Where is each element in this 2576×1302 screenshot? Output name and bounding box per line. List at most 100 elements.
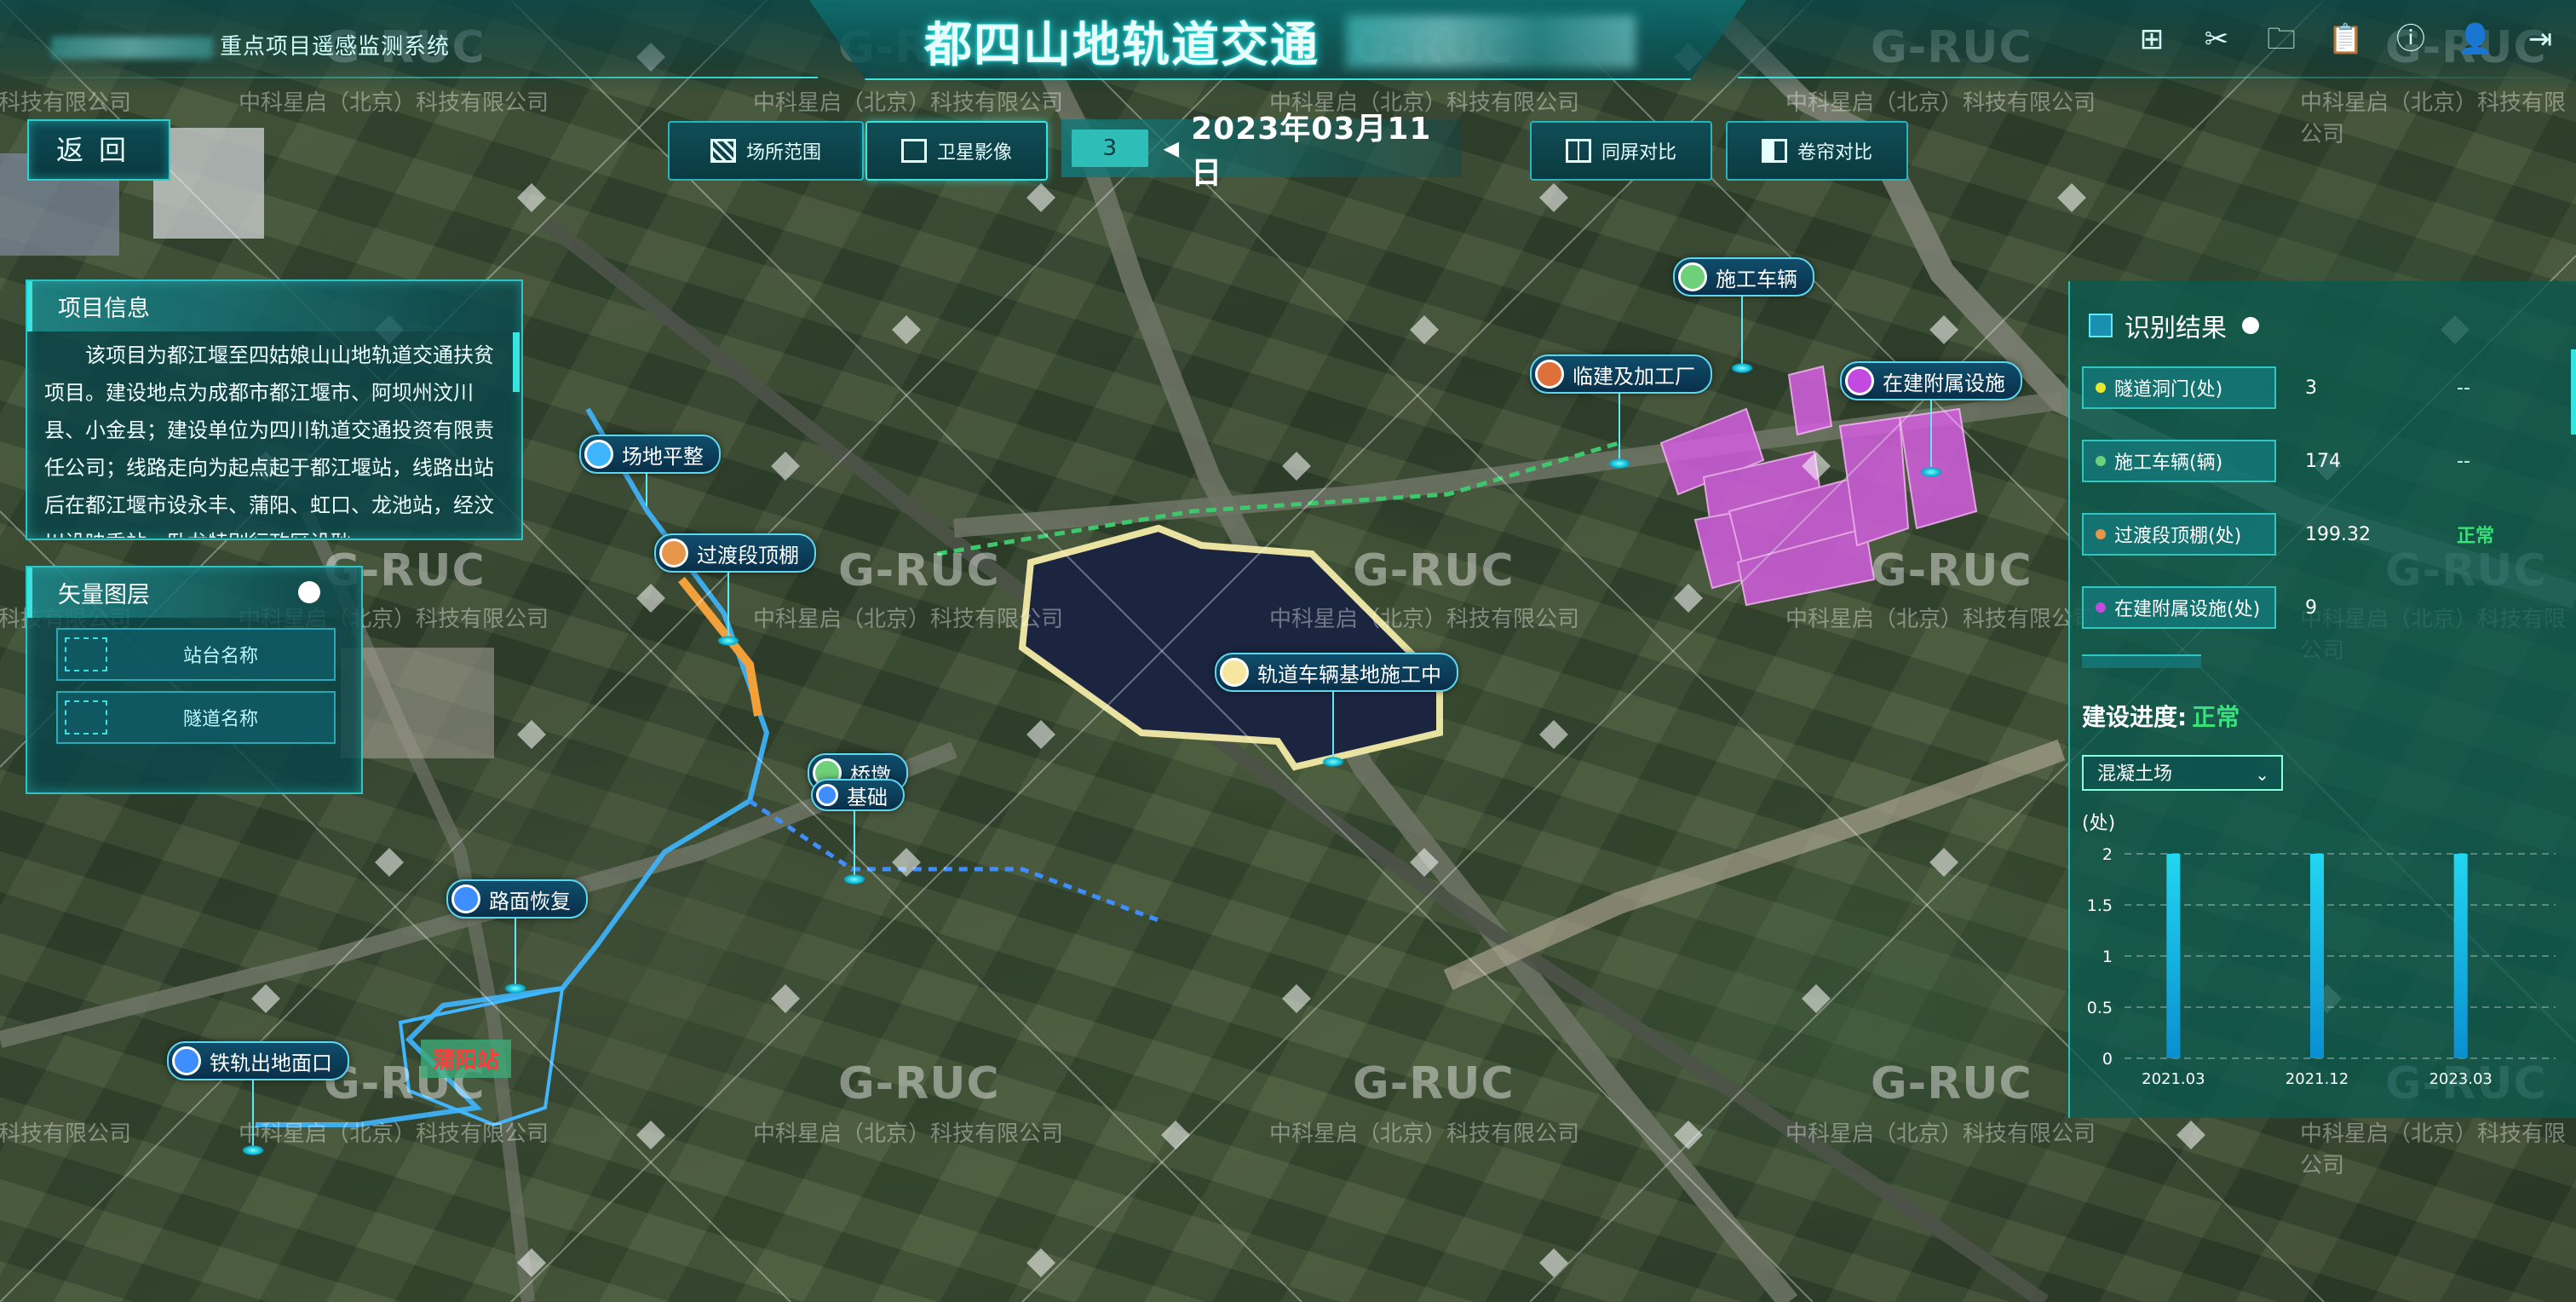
map-label-foundation[interactable]: 基础 — [811, 779, 905, 811]
category-select[interactable]: 混凝土场 ⌄ — [2082, 755, 2283, 791]
logout-icon[interactable]: ⇥ — [2521, 20, 2559, 58]
site-range-button[interactable]: 场所范围 — [668, 121, 864, 181]
chart-bar[interactable] — [2310, 854, 2325, 1058]
layer-item-tunnel-name[interactable]: 隧道名称 — [56, 691, 336, 744]
info-icon[interactable]: ⓘ — [2392, 20, 2429, 58]
result-name-text: 过渡段顶棚(处) — [2114, 526, 2242, 547]
map-label-site-leveling[interactable]: 场地平整 — [579, 435, 721, 474]
recognition-title: 识别结果 — [2125, 314, 2227, 343]
result-row[interactable]: 过渡段顶棚(处) 199.32 正常 — [2082, 508, 2559, 561]
chart-y-tick-label: 0.5 — [2087, 999, 2113, 1017]
progress-title: 建设进度: — [2082, 703, 2188, 731]
caret-left-icon[interactable]: ◀ — [1164, 136, 1179, 160]
legend-dot-icon — [2096, 383, 2106, 393]
result-name-text: 隧道洞门(处) — [2114, 379, 2223, 400]
pin-stem — [854, 809, 855, 878]
recognition-panel: 识别结果 隧道洞门(处) 3 -- 施工车辆(辆) 174 -- 过渡段顶棚(处… — [2068, 281, 2576, 1118]
result-name: 过渡段顶棚(处) — [2082, 513, 2276, 556]
map-label-transition-canopy[interactable]: 过渡段顶棚 — [654, 533, 816, 573]
date-selector[interactable]: 3 ◀ 2023年03月11日 — [1061, 112, 1462, 191]
pin-base — [242, 1145, 264, 1155]
map-label-road-restore[interactable]: 路面恢复 — [446, 879, 588, 919]
result-value: 3 — [2305, 377, 2317, 399]
map-label-temp-plant[interactable]: 临建及加工厂 — [1530, 354, 1712, 394]
marker-icon — [659, 539, 688, 567]
header-divider-left — [0, 77, 818, 78]
blurred-logo — [51, 36, 213, 59]
split-compare-label: 同屏对比 — [1601, 142, 1676, 164]
result-name-text: 施工车辆(辆) — [2114, 452, 2223, 474]
back-button[interactable]: 返回 — [27, 119, 170, 181]
chart-bar[interactable] — [2166, 854, 2181, 1058]
chart-y-tick-label: 1.5 — [2087, 896, 2113, 915]
scrollbar-thumb[interactable] — [513, 332, 520, 392]
map-label-text: 施工车辆 — [1716, 267, 1797, 291]
frame-icon — [65, 700, 107, 735]
header-divider-right — [1738, 77, 2576, 78]
project-description: 该项目为都江堰至四姑娘山山地轨道交通扶贫项目。建设地点为成都市都江堰市、阿坝州汶… — [44, 343, 494, 538]
map-label-aux-facility[interactable]: 在建附属设施 — [1840, 361, 2022, 400]
marker-icon — [1535, 360, 1564, 389]
map-label-text: 基础 — [847, 785, 888, 809]
system-title: 重点项目遥感监测系统 — [51, 29, 450, 60]
chart-x-tick-label: 2021.03 — [2142, 1070, 2205, 1088]
recognition-toggle[interactable] — [2242, 317, 2259, 334]
result-value: 199.32 — [2305, 523, 2371, 545]
progress-heading: 建设进度: 正常 — [2082, 699, 2240, 733]
chevron-down-icon: ⌄ — [2255, 764, 2269, 785]
progress-status: 正常 — [2192, 703, 2240, 731]
project-info-panel: 项目信息 该项目为都江堰至四姑娘山山地轨道交通扶贫项目。建设地点为成都市都江堰市… — [26, 279, 523, 540]
image-icon — [900, 139, 927, 163]
progress-chart: 0 0.5 1 1.5 2 2021.03 2021.12 2023.03 — [2087, 845, 2556, 1088]
curtain-compare-button[interactable]: 卷帘对比 — [1726, 121, 1908, 181]
user-icon[interactable]: 👤 — [2457, 20, 2494, 58]
watermark-brand: G-RUC — [838, 1058, 1000, 1109]
clipboard-icon[interactable]: 📋 — [2327, 20, 2365, 58]
chart-y-tick-label: 1 — [2102, 948, 2113, 966]
layer-toggle[interactable] — [298, 581, 320, 603]
result-value: 174 — [2305, 450, 2341, 472]
result-status: -- — [2457, 377, 2470, 399]
watermark-company: 中科星启（北京）科技有限公司 — [239, 1121, 549, 1147]
result-status: 正常 — [2457, 526, 2495, 547]
marker-icon — [1845, 366, 1874, 395]
date-label: 2023年03月11日 — [1191, 112, 1432, 191]
hatched-square-icon — [710, 139, 736, 163]
page-title: 都四山地轨道交通 — [924, 18, 1320, 73]
layer-item-station-name[interactable]: 站台名称 — [56, 628, 336, 681]
chart-bar[interactable] — [2453, 854, 2468, 1058]
map-label-depot[interactable]: 轨道车辆基地施工中 — [1215, 653, 1458, 692]
satellite-image-button[interactable]: 卫星影像 — [865, 121, 1048, 181]
map-label-text: 场地平整 — [622, 444, 704, 469]
result-name-text: 在建附属设施(处) — [2114, 599, 2261, 620]
chart-y-tick-label: 0 — [2102, 1050, 2113, 1069]
chart-y-tick-label: 2 — [2102, 845, 2113, 864]
blurred-title-suffix — [1346, 15, 1636, 68]
pin-stem — [1930, 399, 1932, 467]
result-name: 隧道洞门(处) — [2082, 366, 2276, 409]
result-row[interactable]: 隧道洞门(处) 3 -- — [2082, 361, 2559, 414]
split-compare-button[interactable]: 同屏对比 — [1530, 121, 1712, 181]
chart-x-tick-label: 2023.03 — [2429, 1070, 2492, 1088]
curtain-icon — [1761, 139, 1787, 163]
scissors-icon[interactable]: ✂ — [2198, 20, 2235, 58]
pin-stem — [646, 472, 647, 506]
map-label-text: 临建及加工厂 — [1573, 364, 1695, 389]
scrollbar-thumb[interactable] — [2571, 349, 2576, 435]
map-label-construction-vehicle[interactable]: 施工车辆 — [1673, 257, 1814, 297]
station-label[interactable]: 蒲阳站 — [421, 1040, 512, 1078]
folder-icon[interactable]: 🗀 — [2263, 20, 2300, 58]
recognition-header: 识别结果 — [2089, 307, 2259, 344]
watermark-brand: G-RUC — [1871, 545, 2033, 596]
date-index-badge[interactable]: 3 — [1072, 130, 1148, 167]
map-label-text: 路面恢复 — [489, 889, 571, 913]
result-row[interactable]: 施工车辆(辆) 174 -- — [2082, 435, 2559, 487]
watermark-company: 中科星启（北京）科技有限公司 — [1785, 607, 2096, 632]
result-row[interactable]: 在建附属设施(处) 9 — [2082, 581, 2559, 634]
map-label-rail-exit[interactable]: 铁轨出地面口 — [167, 1041, 349, 1080]
marker-icon — [584, 440, 613, 469]
chart-unit: (处) — [2082, 813, 2116, 834]
result-status: -- — [2457, 450, 2470, 472]
grid-icon[interactable]: ⊞ — [2133, 20, 2171, 58]
satellite-image-label: 卫星影像 — [936, 142, 1012, 164]
